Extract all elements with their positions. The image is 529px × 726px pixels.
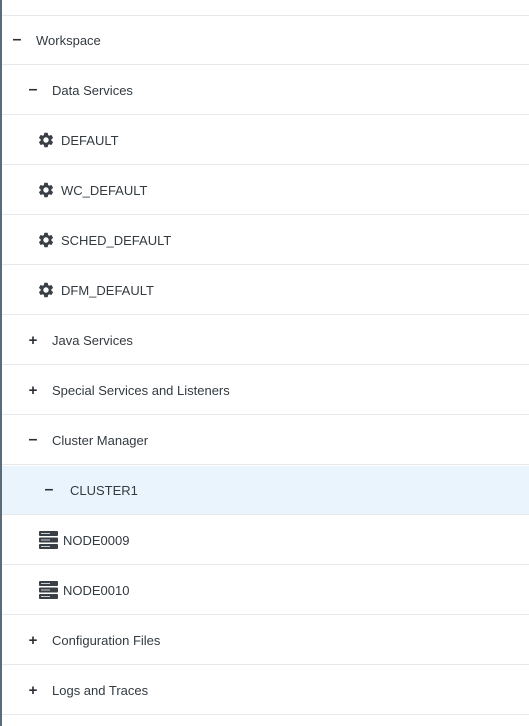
tree-node-special-services[interactable]: + Special Services and Listeners [2,366,529,415]
tree-node-label: Java Services [52,332,133,348]
tree-node-wc-default[interactable]: WC_DEFAULT [2,166,529,215]
tree-node-label: Configuration Files [52,632,161,648]
tree-node-logs-and-traces[interactable]: + Logs and Traces [2,666,529,715]
tree-node-label: Cluster Manager [52,432,149,448]
tree-node-default[interactable]: DEFAULT [2,116,529,165]
tree-node-label: Workspace [36,32,101,48]
tree-node-label: NODE0010 [63,582,130,598]
tree-node-workspace[interactable]: – Workspace [2,16,529,65]
workspace-tree: – Workspace – Data Services DEFAULT WC_D… [0,0,529,726]
gear-icon [36,280,56,300]
tree-node-data-services[interactable]: – Data Services [2,66,529,115]
tree-node-configuration-files[interactable]: + Configuration Files [2,616,529,665]
tree-node-cluster-manager[interactable]: – Cluster Manager [2,416,529,465]
tree-node-node0009[interactable]: NODE0009 [2,516,529,565]
tree-node-node0010[interactable]: NODE0010 [2,566,529,615]
tree-node-label: Special Services and Listeners [52,382,230,398]
tree-node-label: DFM_DEFAULT [61,282,154,298]
gear-icon [36,130,56,150]
tree-node-label: NODE0009 [63,532,130,548]
server-icon [38,580,58,600]
gear-icon [36,230,56,250]
tree-node-label: DEFAULT [61,132,119,148]
tree-node-sched-default[interactable]: SCHED_DEFAULT [2,216,529,265]
expand-toggle[interactable]: + [26,383,40,398]
tree-node-label: Data Services [52,82,133,98]
collapse-toggle[interactable]: – [42,482,56,498]
collapse-toggle[interactable]: – [26,82,40,98]
collapse-toggle[interactable]: – [26,432,40,448]
expand-toggle[interactable]: + [26,683,40,698]
server-icon [38,530,58,550]
tree-node-label: WC_DEFAULT [61,182,148,198]
expand-toggle[interactable]: + [26,633,40,648]
tree-node-dfm-default[interactable]: DFM_DEFAULT [2,266,529,315]
gear-icon [36,180,56,200]
tree-node-cluster1[interactable]: – CLUSTER1 [2,466,529,515]
tree-node-label: Logs and Traces [52,682,149,698]
tree-node-java-services[interactable]: + Java Services [2,316,529,365]
collapse-toggle[interactable]: – [10,32,24,48]
tree-node-label: SCHED_DEFAULT [61,232,172,248]
tree-node-label: CLUSTER1 [70,482,138,498]
expand-toggle[interactable]: + [26,333,40,348]
